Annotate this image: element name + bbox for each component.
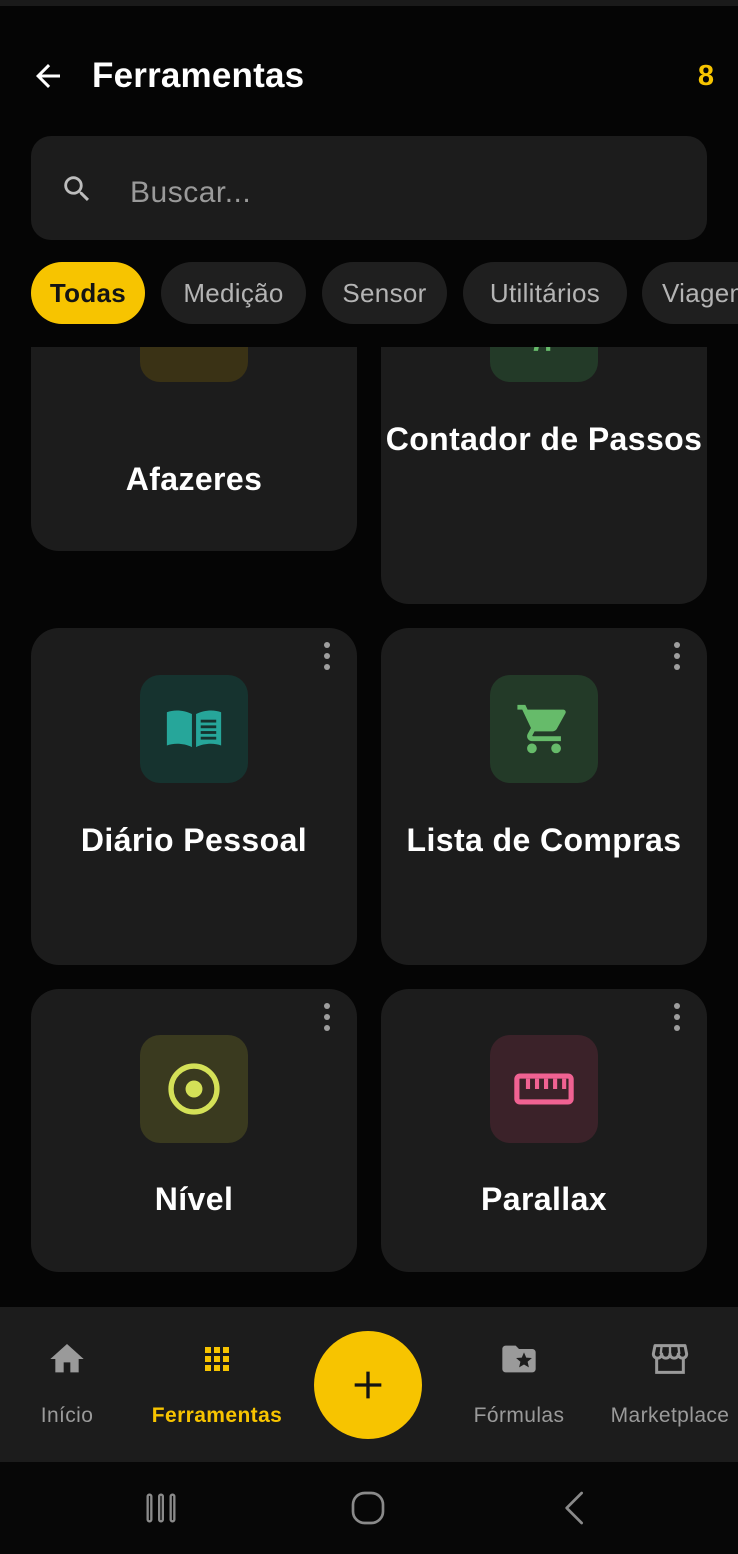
storefront-icon	[651, 1344, 689, 1374]
nav-label: Fórmulas	[473, 1404, 565, 1427]
chip-utilitarios[interactable]: Utilitários	[463, 262, 627, 324]
tool-tile	[140, 1035, 248, 1143]
search-input[interactable]	[130, 170, 670, 216]
tools-grid[interactable]: Afazeres Contador de Passos Diário Pesso…	[0, 347, 738, 1307]
tool-card-lista-de-compras[interactable]: Lista de Compras	[381, 628, 707, 965]
open-book-icon	[166, 710, 222, 748]
tool-label: Contador de Passos	[385, 421, 703, 457]
tool-count-badge: 8	[697, 60, 714, 92]
walking-person-icon	[533, 347, 551, 351]
tool-card-nivel[interactable]: Nível	[31, 989, 357, 1272]
system-back-button[interactable]	[553, 1486, 597, 1530]
recents-button[interactable]	[139, 1486, 183, 1530]
page-title: Ferramentas	[92, 56, 305, 95]
back-button[interactable]	[26, 54, 70, 98]
tool-card-diario-pessoal[interactable]: Diário Pessoal	[31, 628, 357, 965]
shopping-cart-icon	[517, 704, 566, 754]
add-tool-fab[interactable]	[314, 1331, 422, 1439]
filter-chips: Todas Medição Sensor Utilitários Viagem	[0, 262, 738, 326]
tool-card-contador-de-passos[interactable]: Contador de Passos	[381, 347, 707, 604]
search-icon	[64, 176, 90, 202]
level-target-icon	[168, 1063, 220, 1115]
grid-icon	[205, 1347, 229, 1371]
system-navigation-bar	[0, 1462, 738, 1554]
tool-tile	[490, 675, 598, 783]
home-pill-icon	[351, 1491, 385, 1525]
tool-label: Parallax	[481, 1181, 607, 1217]
card-more-button[interactable]	[315, 1001, 339, 1033]
nav-marketplace[interactable]: Marketplace	[600, 1307, 738, 1462]
tool-tile	[490, 1035, 598, 1143]
tool-card-afazeres[interactable]: Afazeres	[31, 347, 357, 551]
arrow-left-icon	[36, 64, 60, 88]
tool-tile	[490, 347, 598, 382]
plus-icon	[354, 1371, 382, 1399]
nav-ferramentas[interactable]: Ferramentas	[142, 1307, 292, 1462]
chip-todas[interactable]: Todas	[31, 262, 145, 324]
tool-label: Lista de Compras	[406, 822, 682, 858]
nav-inicio[interactable]: Início	[22, 1307, 112, 1462]
tool-label: Diário Pessoal	[80, 822, 308, 858]
card-more-button[interactable]	[665, 640, 689, 672]
chip-sensor[interactable]: Sensor	[322, 262, 447, 324]
ruler-icon	[514, 1073, 574, 1105]
status-bar-edge	[0, 0, 738, 6]
tool-tile	[140, 675, 248, 783]
chip-medicao[interactable]: Medição	[161, 262, 306, 324]
card-more-button[interactable]	[315, 640, 339, 672]
app-header: Ferramentas 8	[0, 40, 738, 110]
recents-icon	[146, 1493, 176, 1523]
home-icon	[50, 1344, 84, 1373]
tool-label: Afazeres	[125, 461, 263, 497]
nav-formulas[interactable]: Fórmulas	[462, 1307, 576, 1462]
nav-label: Marketplace	[610, 1404, 730, 1427]
nav-label: Início	[40, 1404, 94, 1427]
tool-tile	[140, 347, 248, 382]
checklist-icon	[167, 347, 221, 355]
tool-card-parallax[interactable]: Parallax	[381, 989, 707, 1272]
system-home-button[interactable]	[346, 1486, 390, 1530]
card-more-button[interactable]	[665, 1001, 689, 1033]
folder-star-icon	[502, 1345, 536, 1373]
chip-viagem[interactable]: Viagem	[642, 262, 738, 324]
back-chevron-icon	[565, 1491, 583, 1525]
nav-label: Ferramentas	[151, 1404, 283, 1427]
bottom-navigation: Início Ferramentas Fórmulas Marketplace	[0, 1307, 738, 1462]
tool-label: Nível	[154, 1181, 234, 1217]
